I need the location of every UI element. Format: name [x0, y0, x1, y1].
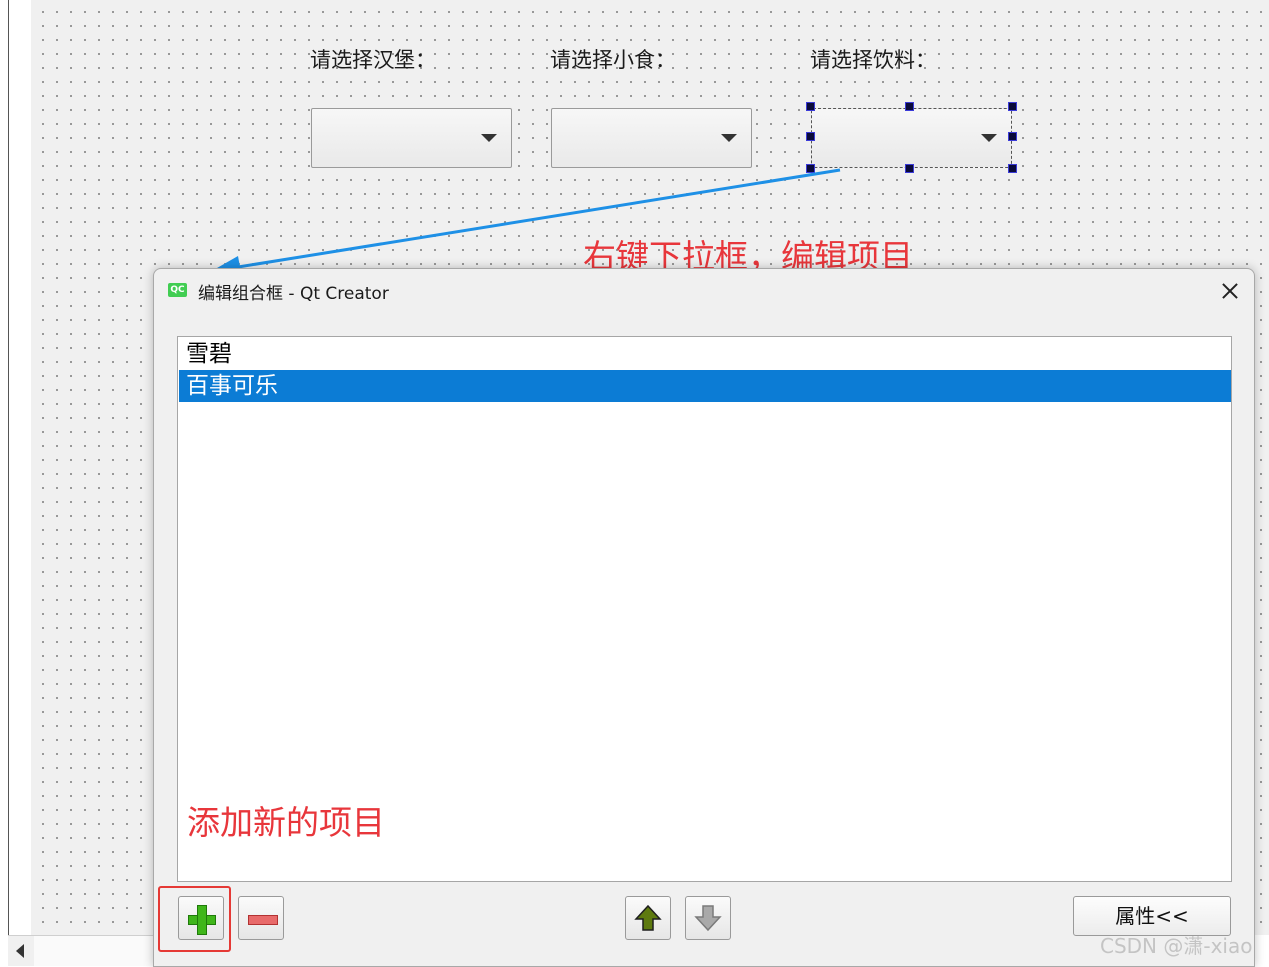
close-icon[interactable] — [1212, 275, 1246, 307]
horizontal-scroll-left-button[interactable] — [8, 935, 34, 966]
scroll-left-arrow-icon — [16, 944, 24, 958]
move-up-icon — [634, 904, 662, 931]
minus-icon — [248, 915, 278, 925]
remove-item-button[interactable] — [238, 896, 284, 940]
list-item[interactable]: 雪碧 — [179, 338, 1231, 370]
move-up-button[interactable] — [625, 896, 671, 940]
move-down-icon — [694, 905, 722, 932]
horizontal-scroll-track[interactable] — [34, 935, 154, 966]
move-down-button[interactable] — [685, 896, 731, 940]
edit-combobox-dialog: QC 编辑组合框 - Qt Creator 雪碧 百事可乐 属性<< — [153, 268, 1255, 967]
qt-logo-icon: QC — [168, 283, 187, 297]
watermark: CSDN @潇-xiao — [1100, 934, 1253, 958]
dialog-title: 编辑组合框 - Qt Creator — [198, 284, 389, 304]
highlight-frame — [158, 886, 231, 952]
arrow-line — [231, 168, 841, 270]
list-item-selected[interactable]: 百事可乐 — [179, 370, 1231, 402]
dialog-titlebar[interactable]: QC 编辑组合框 - Qt Creator — [154, 269, 1254, 313]
annotation-add-new: 添加新的项目 — [187, 803, 385, 842]
